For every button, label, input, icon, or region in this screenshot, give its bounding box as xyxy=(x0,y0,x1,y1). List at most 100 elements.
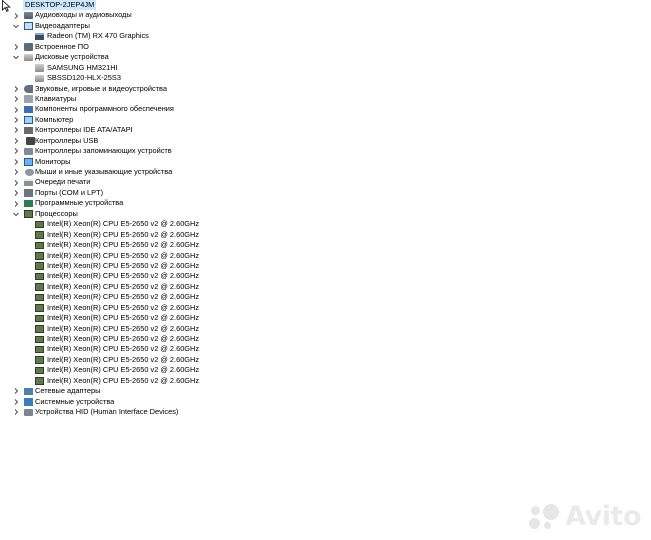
chevron-right-icon[interactable] xyxy=(12,177,20,187)
tree-device-item[interactable]: Intel(R) Xeon(R) CPU E5-2650 v2 @ 2.60GH… xyxy=(0,303,651,313)
tree-device-label: Intel(R) Xeon(R) CPU E5-2650 v2 @ 2.60GH… xyxy=(47,344,200,354)
tree-category-label: Устройства HID (Human Interface Devices) xyxy=(35,407,179,417)
cpu-icon xyxy=(35,231,44,239)
port-icon xyxy=(24,189,33,197)
audio-icon xyxy=(24,11,33,20)
disk-icon xyxy=(35,64,44,72)
tree-device-label: Intel(R) Xeon(R) CPU E5-2650 v2 @ 2.60GH… xyxy=(47,240,200,250)
chevron-right-icon[interactable] xyxy=(12,42,20,52)
tree-category-display-adapters[interactable]: Видеоадаптеры xyxy=(0,21,651,31)
tree-device-label: SBSSD120-HLX-25S3 xyxy=(47,73,121,83)
tree-device-item[interactable]: Intel(R) Xeon(R) CPU E5-2650 v2 @ 2.60GH… xyxy=(0,334,651,344)
tree-category-ports[interactable]: Порты (COM и LPT) xyxy=(0,188,651,198)
chevron-right-icon[interactable] xyxy=(12,397,20,407)
chevron-right-icon[interactable] xyxy=(12,407,20,417)
chevron-right-icon[interactable] xyxy=(12,104,20,114)
chevron-right-icon[interactable] xyxy=(12,10,20,20)
chevron-right-icon[interactable] xyxy=(12,386,20,396)
cpu-icon xyxy=(24,210,33,218)
chevron-right-icon[interactable] xyxy=(12,84,20,94)
disk-icon xyxy=(35,74,44,83)
tree-device-item[interactable]: SBSSD120-HLX-25S3 xyxy=(0,73,651,83)
tree-category-storage[interactable]: Контроллеры запоминающих устройств xyxy=(0,146,651,156)
tree-category-keyboards[interactable]: Клавиатуры xyxy=(0,94,651,104)
tree-category-label: Программные устройства xyxy=(35,198,124,208)
tree-category-ide[interactable]: Контроллеры IDE ATA/ATAPI xyxy=(0,125,651,135)
tree-device-item[interactable]: Radeon (TM) RX 470 Graphics xyxy=(0,31,651,41)
tree-category-label: Компоненты программного обеспечения xyxy=(35,104,174,114)
tree-device-item[interactable]: Intel(R) Xeon(R) CPU E5-2650 v2 @ 2.60GH… xyxy=(0,365,651,375)
tree-category-label: Компьютер xyxy=(35,114,74,124)
tree-device-item[interactable]: Intel(R) Xeon(R) CPU E5-2650 v2 @ 2.60GH… xyxy=(0,230,651,240)
tree-device-item[interactable]: Intel(R) Xeon(R) CPU E5-2650 v2 @ 2.60GH… xyxy=(0,344,651,354)
tree-device-label: Intel(R) Xeon(R) CPU E5-2650 v2 @ 2.60GH… xyxy=(47,375,200,385)
chevron-right-icon[interactable] xyxy=(12,125,20,135)
tree-device-item[interactable]: Intel(R) Xeon(R) CPU E5-2650 v2 @ 2.60GH… xyxy=(0,376,651,386)
tree-category-disk-drives[interactable]: Дисковые устройства xyxy=(0,52,651,62)
display-adapter-icon xyxy=(24,22,33,30)
tree-device-label: Intel(R) Xeon(R) CPU E5-2650 v2 @ 2.60GH… xyxy=(47,271,200,281)
tree-device-item[interactable]: Intel(R) Xeon(R) CPU E5-2650 v2 @ 2.60GH… xyxy=(0,261,651,271)
tree-device-item[interactable]: Intel(R) Xeon(R) CPU E5-2650 v2 @ 2.60GH… xyxy=(0,313,651,323)
tree-category-label: Контроллеры запоминающих устройств xyxy=(35,146,172,156)
monitor-icon xyxy=(24,158,33,166)
tree-category-computer[interactable]: Компьютер xyxy=(0,115,651,125)
tree-category-monitors[interactable]: Мониторы xyxy=(0,157,651,167)
tree-category-processors[interactable]: Процессоры xyxy=(0,209,651,219)
tree-category-print-queues[interactable]: Очереди печати xyxy=(0,177,651,187)
tree-category-mice[interactable]: Мыши и иные указывающие устройства xyxy=(0,167,651,177)
tree-category-label: Процессоры xyxy=(35,208,78,218)
chevron-right-icon[interactable] xyxy=(12,198,20,208)
tree-device-item[interactable]: Intel(R) Xeon(R) CPU E5-2650 v2 @ 2.60GH… xyxy=(0,240,651,250)
chevron-right-icon[interactable] xyxy=(12,146,20,156)
tree-device-label: Intel(R) Xeon(R) CPU E5-2650 v2 @ 2.60GH… xyxy=(47,302,200,312)
tree-device-item[interactable]: Intel(R) Xeon(R) CPU E5-2650 v2 @ 2.60GH… xyxy=(0,251,651,261)
tree-category-sound[interactable]: Звуковые, игровые и видеоустройства xyxy=(0,84,651,94)
chevron-down-icon[interactable] xyxy=(12,21,20,31)
usb-icon xyxy=(26,137,35,145)
chevron-down-icon[interactable] xyxy=(12,52,20,62)
tree-category-label: Контроллеры IDE ATA/ATAPI xyxy=(35,125,133,135)
tree-device-item[interactable]: Intel(R) Xeon(R) CPU E5-2650 v2 @ 2.60GH… xyxy=(0,282,651,292)
cpu-icon xyxy=(35,220,44,229)
tree-category-software-devices[interactable]: Программные устройства xyxy=(0,198,651,208)
tree-device-item[interactable]: Intel(R) Xeon(R) CPU E5-2650 v2 @ 2.60GH… xyxy=(0,292,651,302)
chevron-right-icon[interactable] xyxy=(12,136,20,146)
chevron-right-icon[interactable] xyxy=(12,188,20,198)
tree-category-firmware[interactable]: Встроенное ПО xyxy=(0,42,651,52)
chevron-down-icon[interactable] xyxy=(12,209,20,219)
tree-category-label: Мыши и иные указывающие устройства xyxy=(35,167,173,176)
cpu-icon xyxy=(35,335,44,343)
tree-category-label: Дисковые устройства xyxy=(35,52,109,62)
tree-device-item[interactable]: Intel(R) Xeon(R) CPU E5-2650 v2 @ 2.60GH… xyxy=(0,355,651,365)
sound-icon xyxy=(24,85,33,93)
tree-category-usb[interactable]: Контроллеры USB xyxy=(0,136,651,146)
tree-category-label: Контроллеры USB xyxy=(35,135,99,145)
chevron-right-icon[interactable] xyxy=(12,94,20,104)
tree-device-label: Intel(R) Xeon(R) CPU E5-2650 v2 @ 2.60GH… xyxy=(47,365,200,375)
chevron-right-icon[interactable] xyxy=(12,157,20,167)
mouse-icon xyxy=(25,168,34,176)
chevron-right-icon[interactable] xyxy=(12,167,20,177)
tree-category-network[interactable]: Сетевые адаптеры xyxy=(0,386,651,396)
tree-device-item[interactable]: Intel(R) Xeon(R) CPU E5-2650 v2 @ 2.60GH… xyxy=(0,271,651,281)
tree-device-item[interactable]: SAMSUNG HM321HI xyxy=(0,63,651,73)
tree-category-hid[interactable]: Устройства HID (Human Interface Devices) xyxy=(0,407,651,417)
tree-device-item[interactable]: Intel(R) Xeon(R) CPU E5-2650 v2 @ 2.60GH… xyxy=(0,219,651,229)
tree-root-computer[interactable]: DESKTOP-2JEP4JM xyxy=(0,0,651,11)
cpu-icon xyxy=(35,356,44,364)
cpu-icon xyxy=(35,304,44,312)
tree-device-label: Intel(R) Xeon(R) CPU E5-2650 v2 @ 2.60GH… xyxy=(47,250,200,260)
tree-device-item[interactable]: Intel(R) Xeon(R) CPU E5-2650 v2 @ 2.60GH… xyxy=(0,324,651,334)
tree-device-label: Intel(R) Xeon(R) CPU E5-2650 v2 @ 2.60GH… xyxy=(47,260,200,270)
chevron-right-icon[interactable] xyxy=(12,115,20,125)
cpu-icon xyxy=(35,377,44,385)
tree-category-audio-inputs[interactable]: Аудиовходы и аудиовыходы xyxy=(0,10,651,20)
network-adapter-icon xyxy=(24,387,33,396)
tree-category-label: Порты (COM и LPT) xyxy=(35,187,104,197)
tree-category-software-components[interactable]: Компоненты программного обеспечения xyxy=(0,104,651,114)
tree-category-system-devices[interactable]: Системные устройства xyxy=(0,397,651,407)
cpu-icon xyxy=(35,293,44,302)
cpu-icon xyxy=(35,241,44,250)
device-tree[interactable]: DESKTOP-2JEP4JM Аудиовходы и аудиовыходы… xyxy=(0,0,651,418)
